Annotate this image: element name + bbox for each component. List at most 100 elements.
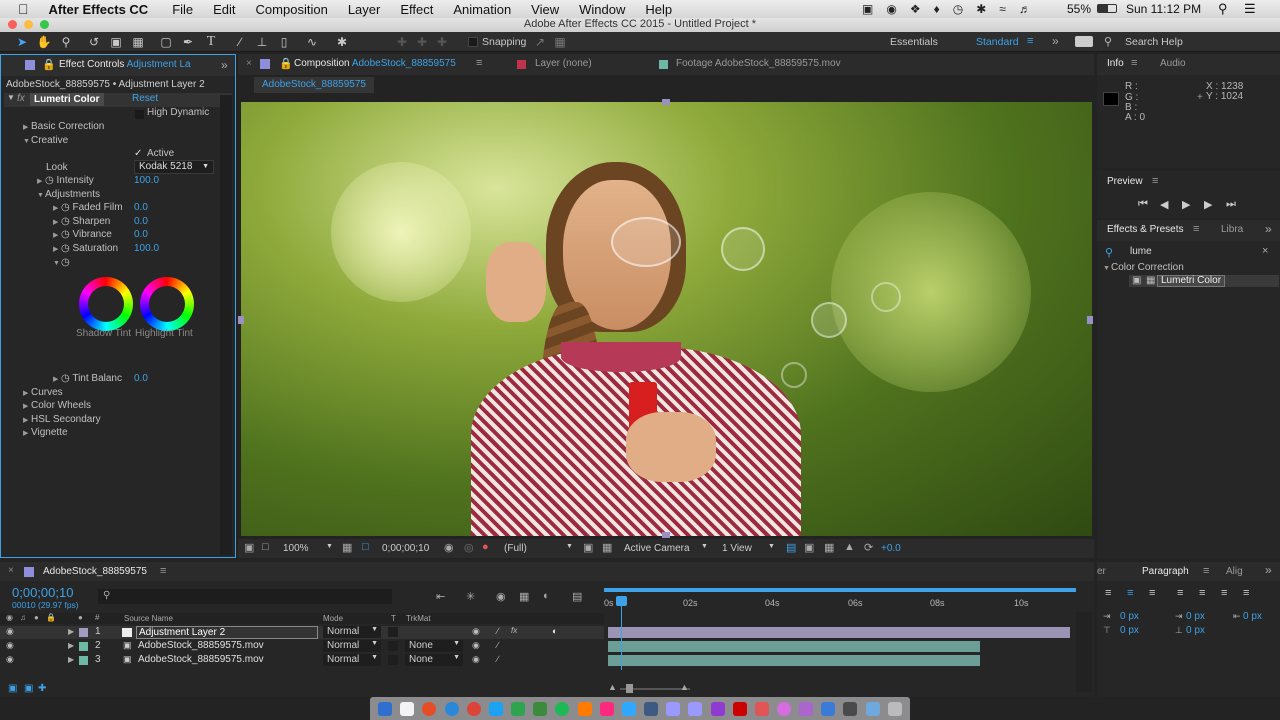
media-encoder-icon[interactable] (710, 701, 725, 716)
volume-icon[interactable]: ♬ (1019, 2, 1031, 16)
tab-timeline[interactable]: AdobeStock_88859575 (43, 562, 147, 582)
wifi-icon[interactable]: ≈ (999, 2, 1006, 16)
menu-file[interactable]: File (172, 2, 193, 17)
eye-icon[interactable]: ◉ (6, 640, 14, 651)
channel-icon[interactable]: ● (482, 541, 489, 553)
indent-left-value[interactable]: 0 px (1120, 611, 1139, 622)
shy-switch-icon[interactable]: ◉ (472, 626, 480, 637)
twitter-icon[interactable] (488, 701, 503, 716)
hsl-secondary-group[interactable]: ▶ HSL Secondary (23, 414, 101, 427)
monitor-icon[interactable]: □ (262, 541, 269, 553)
eye-icon[interactable]: ◉ (6, 626, 14, 637)
tint-group[interactable]: ▼◷ (53, 257, 70, 270)
lightroom-icon[interactable] (644, 701, 659, 716)
panel-menu-icon[interactable]: ≡ (160, 565, 166, 577)
vibrance-value[interactable]: 0.0 (134, 229, 148, 242)
toggle-timing-icon[interactable]: ✚ (38, 683, 46, 694)
close-tab-icon[interactable]: × (246, 58, 252, 69)
spotlight-icon[interactable]: ⚲ (1218, 1, 1228, 17)
footage-layer-bar[interactable] (608, 655, 980, 666)
timeline-scrollbar[interactable] (1076, 612, 1092, 692)
snap-grid-icon[interactable]: ▦ (552, 34, 568, 50)
resolution-dropdown[interactable]: (Full) (504, 543, 527, 554)
expand-triangle-icon[interactable]: ▶ (68, 627, 74, 636)
panel-menu-icon[interactable]: ≡ (1152, 175, 1158, 187)
effect-item-lumetri-color[interactable]: Lumetri Color (1157, 275, 1226, 287)
toggle-switches-icon[interactable]: ▣ (8, 683, 17, 694)
zoom-slider-thumb[interactable] (626, 684, 633, 693)
align-center-icon[interactable]: ≡ (1127, 587, 1133, 599)
effect-expand-triangle[interactable]: ▼ (7, 93, 15, 106)
justify-left-icon[interactable]: ≡ (1177, 587, 1183, 599)
camera-tool-icon[interactable]: ▣ (108, 34, 124, 50)
previous-frame-icon[interactable]: ◀ (1160, 198, 1168, 211)
calendar-icon[interactable] (799, 701, 814, 716)
pen-tool-icon[interactable]: ✒ (180, 34, 196, 50)
adjustment-switch-icon[interactable]: ◐ (552, 626, 557, 636)
source-name-header[interactable]: Source Name (124, 614, 173, 623)
acrobat-icon[interactable] (732, 701, 747, 716)
clock[interactable]: Sun 11:12 PM (1126, 2, 1201, 16)
faded-film-value[interactable]: 0.0 (134, 202, 148, 215)
brush-tool-icon[interactable]: ∕ (232, 34, 248, 50)
footage-layer-bar[interactable] (608, 641, 980, 652)
motion-blur-icon[interactable]: ◐ (543, 590, 550, 602)
snap-edges-icon[interactable]: ↗ (532, 34, 548, 50)
rectangle-tool-icon[interactable]: ▢ (158, 34, 174, 50)
adjustment-layer-bar[interactable] (608, 627, 1070, 638)
lock-icon[interactable]: 🔒 (42, 58, 56, 71)
effect-name[interactable]: Lumetri Color (30, 93, 104, 106)
menu-edit[interactable]: Edit (213, 2, 235, 17)
table-row[interactable]: ◉ ▶ 1 Adjustment Layer 2 Normal ▼ ◉ ∕ fx … (0, 626, 604, 639)
tab-character[interactable]: er (1097, 562, 1106, 582)
menu-animation[interactable]: Animation (453, 2, 511, 17)
creative-group[interactable]: ▼Creative (23, 135, 68, 148)
flowchart-icon[interactable]: ▲ (844, 541, 855, 553)
menu-window[interactable]: Window (579, 2, 625, 17)
shy-switch-icon[interactable]: ◉ (472, 640, 480, 651)
rotate-tool-icon[interactable]: ↺ (86, 34, 102, 50)
mode-dropdown[interactable]: Normal ▼ (323, 654, 381, 666)
look-dropdown[interactable]: Kodak 5218 ▼ (134, 160, 214, 174)
panel-overflow-icon[interactable]: » (221, 58, 228, 72)
expand-triangle-icon[interactable]: ▶ (68, 641, 74, 650)
camera-chevron-down-icon[interactable]: ▼ (701, 543, 708, 550)
textedit-icon[interactable] (400, 701, 415, 716)
reset-exposure-icon[interactable]: ⟳ (864, 541, 873, 554)
menu-composition[interactable]: Composition (256, 2, 328, 17)
justify-right-icon[interactable]: ≡ (1221, 587, 1227, 599)
downloads-folder-icon[interactable] (865, 701, 880, 716)
layer-name[interactable]: AdobeStock_88859575.mov (138, 640, 264, 651)
timeline-icon[interactable]: ▣ (804, 541, 814, 554)
playhead[interactable] (621, 598, 622, 670)
notification-center-icon[interactable]: ☰ (1244, 1, 1256, 17)
tab-composition[interactable]: Composition AdobeStock_88859575 (294, 54, 456, 74)
stopwatch-icon[interactable]: ◷ (61, 202, 70, 213)
trkmat-dropdown[interactable]: None ▼ (405, 654, 463, 666)
indent-right-value[interactable]: 0 px (1243, 611, 1262, 622)
workspace-essentials[interactable]: Essentials (890, 36, 938, 48)
stopwatch-icon[interactable]: ◷ (45, 175, 54, 186)
stopwatch-icon[interactable]: ◷ (61, 373, 70, 384)
hand-tool-icon[interactable]: ✋ (36, 34, 52, 50)
workspace-menu-icon[interactable]: ≡ (1027, 35, 1033, 47)
expand-triangle-icon[interactable]: ▶ (68, 655, 74, 664)
quality-switch-icon[interactable]: ∕ (497, 640, 499, 650)
menu-layer[interactable]: Layer (348, 2, 381, 17)
intensity-value[interactable]: 100.0 (134, 175, 159, 188)
safari-icon[interactable] (444, 701, 459, 716)
stopwatch-icon[interactable]: ◷ (61, 243, 70, 254)
viewer-timecode[interactable]: 0;00;00;10 (382, 543, 429, 554)
color-correction-category[interactable]: ▼Color Correction (1103, 262, 1184, 275)
fx-icon[interactable]: fx (17, 93, 25, 106)
quality-switch-icon[interactable]: ∕ (497, 626, 499, 636)
label-color-swatch[interactable] (79, 656, 88, 665)
battery-icon[interactable] (1097, 4, 1117, 13)
tab-align[interactable]: Alig (1226, 562, 1243, 582)
stopwatch-icon[interactable]: ◷ (61, 216, 70, 227)
resolution-chevron-down-icon[interactable]: ▼ (566, 543, 573, 550)
after-effects-icon[interactable] (688, 701, 703, 716)
axis-local-icon[interactable]: ✚ (394, 34, 410, 50)
highlight-tint-wheel[interactable] (140, 277, 194, 331)
zoom-tool-icon[interactable]: ⚲ (58, 34, 74, 50)
